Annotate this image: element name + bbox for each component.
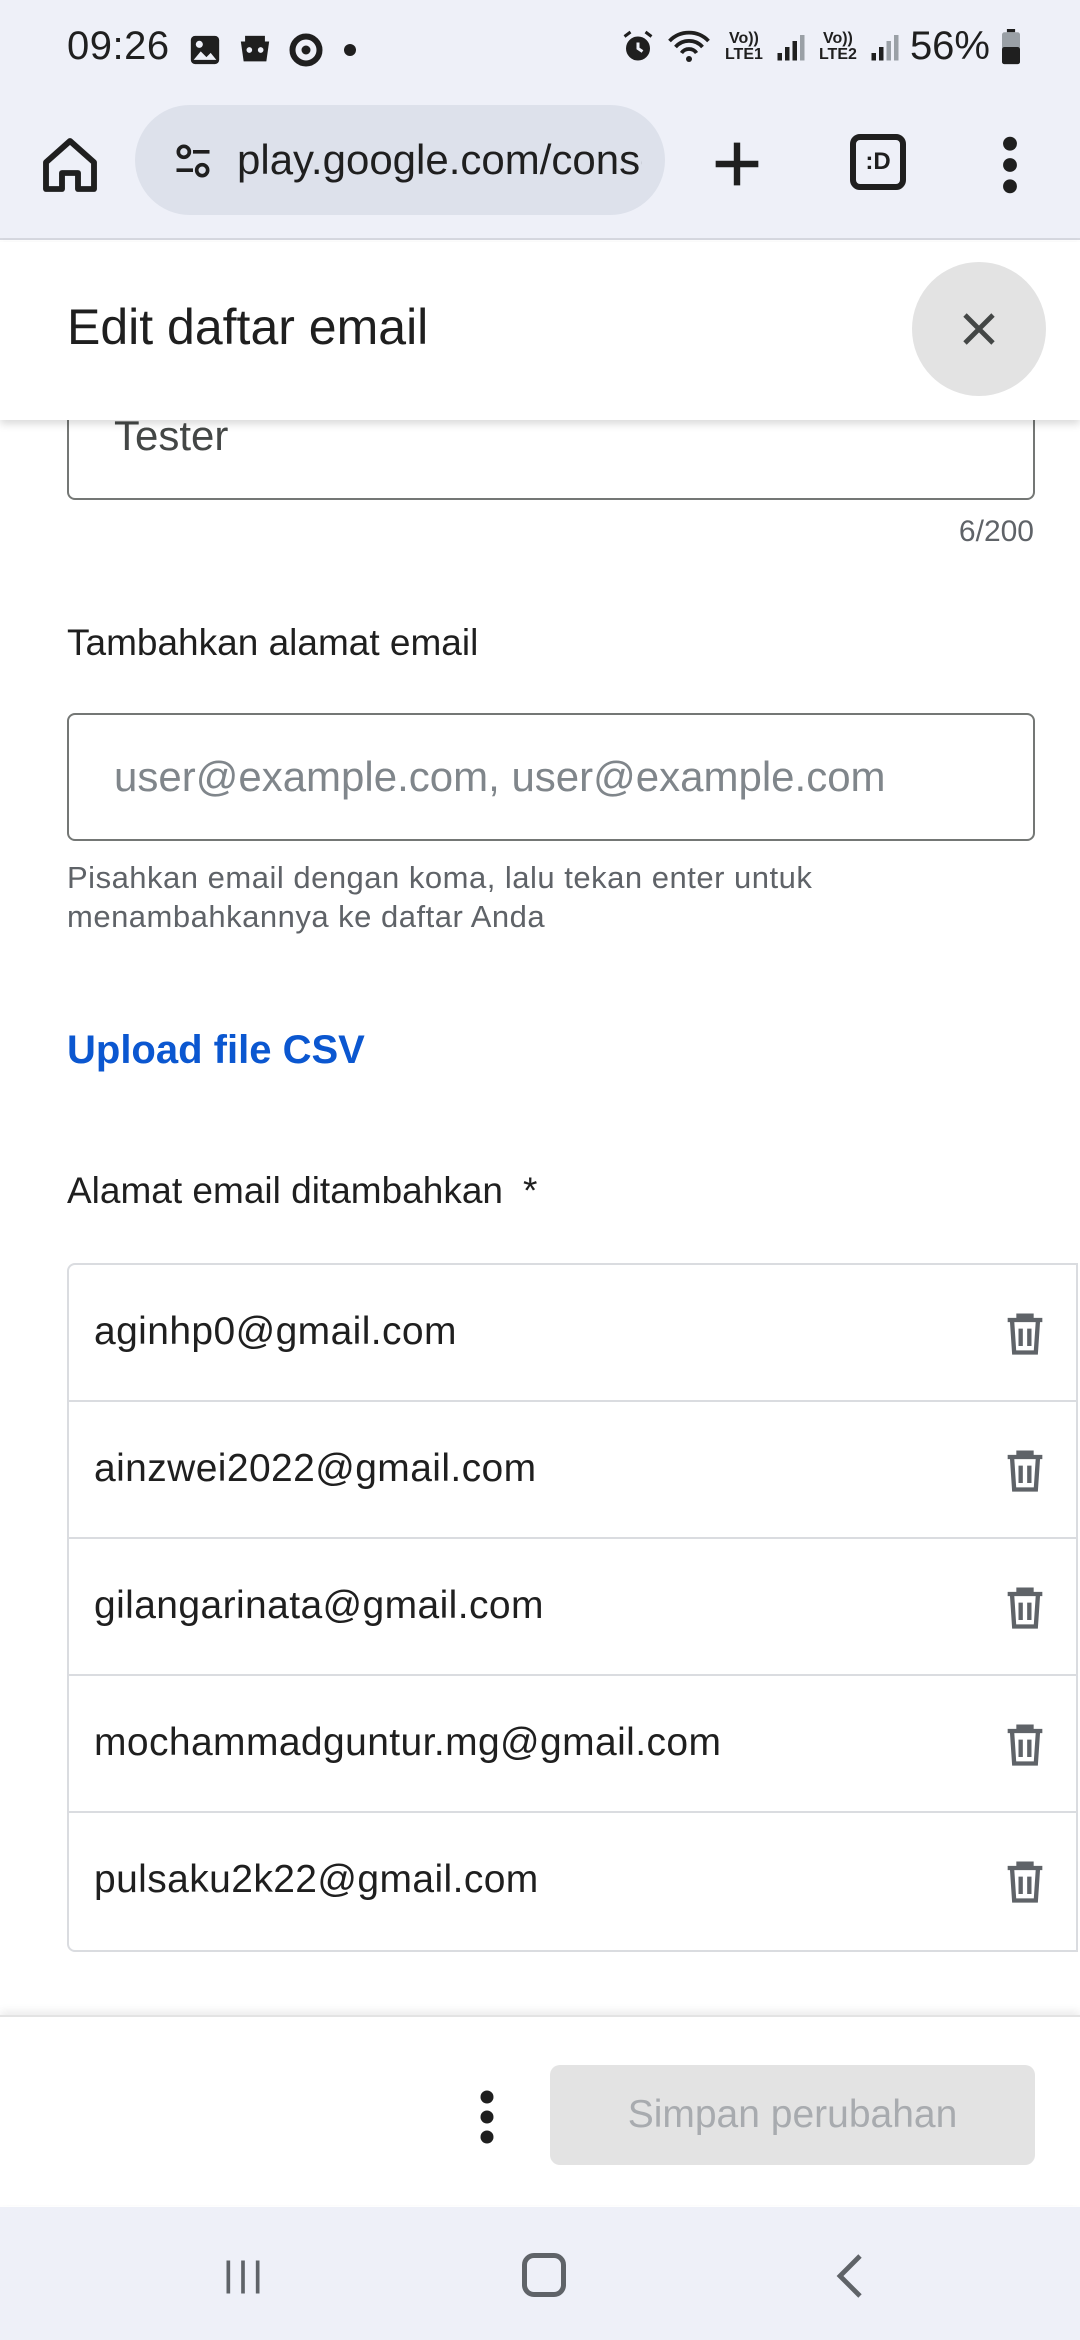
sync-icon [289,33,323,67]
list-item: gilangarinata@gmail.com [69,1539,1076,1676]
site-settings-icon[interactable] [171,139,215,183]
trash-icon[interactable] [999,1444,1051,1496]
email-address: pulsaku2k22@gmail.com [94,1858,539,1901]
more-vert-icon[interactable] [472,2087,502,2147]
lte1-label: Vo)) LTE1 [724,29,763,63]
list-item: ainzwei2022@gmail.com [69,1402,1076,1539]
trash-icon[interactable] [999,1855,1051,1907]
lte2-label: Vo)) LTE2 [818,29,857,63]
email-address: mochammadguntur.mg@gmail.com [94,1721,722,1764]
dot-icon [344,44,356,56]
email-list: aginhp0@gmail.com ainzwei2022@gmail.com … [67,1263,1078,1952]
add-email-helper-text: Pisahkan email dengan koma, lalu tekan e… [67,860,813,934]
dialog-title: Edit daftar email [67,299,429,355]
trash-icon[interactable] [999,1581,1051,1633]
status-time: 09:26 [67,24,170,68]
plus-icon[interactable] [705,132,769,196]
game-icon [240,35,270,62]
list-item: pulsaku2k22@gmail.com [69,1813,1076,1950]
save-changes-button[interactable]: Simpan perubahan [550,2065,1035,2165]
added-emails-label-text: Alamat email ditambahkan [67,1170,503,1211]
browser-toolbar: play.google.com/console :D [0,105,1080,240]
address-bar[interactable]: play.google.com/console [135,105,665,215]
added-emails-label: Alamat email ditambahkan * [67,1170,537,1212]
wifi-icon [668,30,710,62]
signal-icon [777,34,805,60]
battery-percent: 56% [909,24,990,68]
status-bar: 09:26 Vo)) LTE1 Vo)) LTE2 56% [0,0,1080,105]
back-icon[interactable] [832,2251,868,2301]
home-icon[interactable] [38,133,102,197]
upload-csv-link[interactable]: Upload file CSV [67,1028,365,1073]
email-address: ainzwei2022@gmail.com [94,1447,537,1490]
add-email-label: Tambahkan alamat email [67,622,479,663]
email-address: aginhp0@gmail.com [94,1310,457,1353]
gallery-icon [190,35,220,65]
close-button[interactable] [912,262,1046,396]
dialog-action-bar: Simpan perubahan [0,2015,1080,2205]
tab-switcher-button[interactable]: :D [850,134,906,190]
add-email-input[interactable] [67,713,1035,841]
trash-icon[interactable] [999,1307,1051,1359]
signal-icon [871,34,899,60]
url-text[interactable]: play.google.com/console [237,136,642,184]
required-marker: * [523,1170,538,1211]
char-counter: 6/200 [958,515,1034,548]
dialog-header: Edit daftar email [0,242,1080,420]
system-nav-bar [0,2207,1080,2340]
list-item: mochammadguntur.mg@gmail.com [69,1676,1076,1813]
status-notification-icons [188,32,362,68]
battery-icon [1002,28,1020,64]
email-address: gilangarinata@gmail.com [94,1584,544,1627]
more-vert-icon[interactable] [990,133,1030,197]
home-nav-icon[interactable] [522,2253,566,2297]
status-system-icons: Vo)) LTE1 Vo)) LTE2 56% [620,24,1022,69]
recents-icon[interactable] [220,2255,266,2299]
alarm-icon [623,30,653,60]
close-icon [963,313,995,345]
list-item: aginhp0@gmail.com [69,1265,1076,1402]
trash-icon[interactable] [999,1718,1051,1770]
